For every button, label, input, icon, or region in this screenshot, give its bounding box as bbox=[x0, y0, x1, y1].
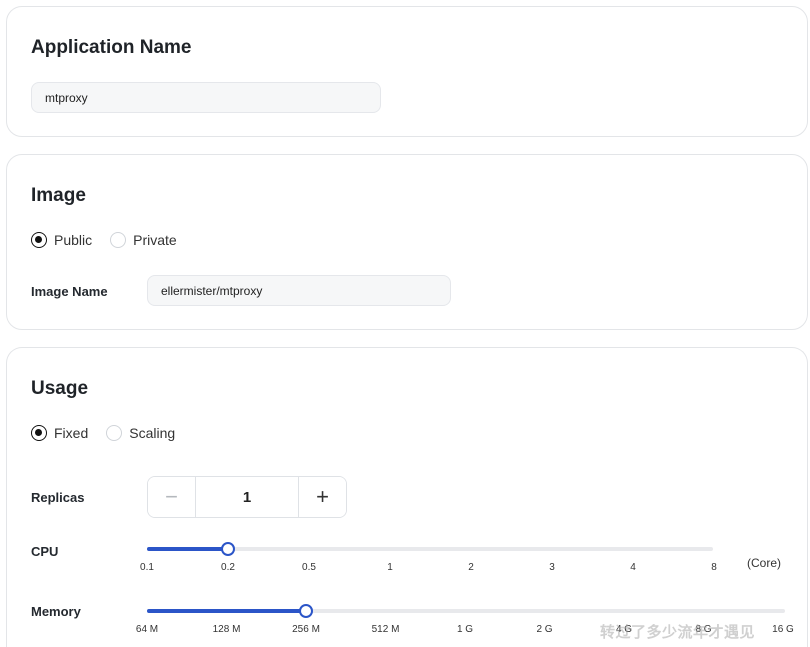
radio-unchecked-icon bbox=[106, 425, 123, 441]
cpu-tick-label: 0.5 bbox=[302, 562, 316, 573]
image-name-label: Image Name bbox=[31, 284, 108, 299]
radio-checked-icon bbox=[31, 232, 47, 248]
memory-slider-handle[interactable] bbox=[299, 604, 313, 618]
radio-fixed[interactable]: Fixed bbox=[31, 425, 88, 441]
cpu-label: CPU bbox=[31, 544, 59, 559]
memory-tick-label: 16 G bbox=[772, 624, 794, 635]
memory-tick-label: 64 M bbox=[135, 624, 159, 635]
radio-checked-icon bbox=[31, 425, 47, 441]
radio-public[interactable]: Public bbox=[31, 232, 92, 248]
cpu-slider-handle[interactable] bbox=[221, 542, 235, 556]
memory-tick-label: 128 M bbox=[212, 624, 241, 635]
memory-label: Memory bbox=[31, 604, 81, 619]
image-title: Image bbox=[31, 185, 86, 206]
usage-title: Usage bbox=[31, 378, 89, 399]
cpu-unit-label: (Core) bbox=[747, 556, 782, 570]
memory-tick-label: 256 M bbox=[292, 624, 320, 635]
application-name-card: Application Name bbox=[6, 6, 808, 137]
application-name-input[interactable] bbox=[31, 82, 381, 113]
radio-scaling-label: Scaling bbox=[129, 425, 176, 441]
radio-public-label: Public bbox=[54, 232, 93, 248]
cpu-slider-fill bbox=[147, 547, 228, 551]
image-visibility-radio-group: Public Private bbox=[31, 232, 195, 248]
radio-private[interactable]: Private bbox=[110, 232, 177, 248]
replicas-stepper: − 1 + bbox=[147, 476, 347, 518]
radio-unchecked-icon bbox=[110, 232, 127, 248]
watermark-text: 转过了多少流年才遇见 bbox=[600, 624, 756, 641]
memory-tick-label: 2 G bbox=[536, 624, 553, 635]
image-card: Image Public Private Image Name bbox=[6, 154, 808, 330]
cpu-tick-label: 1 bbox=[387, 562, 393, 573]
radio-fixed-label: Fixed bbox=[54, 425, 89, 441]
replicas-label: Replicas bbox=[31, 490, 85, 505]
radio-private-label: Private bbox=[133, 232, 177, 248]
cpu-tick-label: 0.1 bbox=[140, 562, 154, 573]
memory-slider-fill bbox=[147, 609, 306, 613]
increment-button[interactable]: + bbox=[298, 477, 346, 517]
memory-tick-label: 1 G bbox=[456, 624, 474, 635]
cpu-tick-label: 2 bbox=[468, 562, 474, 573]
cpu-tick-label: 0.2 bbox=[221, 562, 235, 573]
radio-scaling[interactable]: Scaling bbox=[106, 425, 175, 441]
cpu-tick-label: 3 bbox=[549, 562, 555, 573]
image-name-input[interactable] bbox=[147, 275, 451, 306]
application-name-title: Application Name bbox=[31, 37, 192, 58]
cpu-tick-label: 4 bbox=[630, 562, 636, 573]
plus-icon: + bbox=[316, 484, 329, 509]
minus-icon: − bbox=[165, 484, 178, 509]
replicas-value[interactable]: 1 bbox=[196, 477, 298, 517]
usage-mode-radio-group: Fixed Scaling bbox=[31, 425, 193, 441]
memory-tick-label: 512 M bbox=[371, 624, 400, 635]
usage-card: Usage Fixed Scaling Replicas − 1 + CPU 0… bbox=[6, 347, 808, 647]
cpu-tick-label: 8 bbox=[711, 562, 717, 573]
cpu-slider[interactable]: 0.1 0.2 0.5 1 2 3 4 8 bbox=[140, 542, 717, 582]
decrement-button[interactable]: − bbox=[148, 477, 196, 517]
